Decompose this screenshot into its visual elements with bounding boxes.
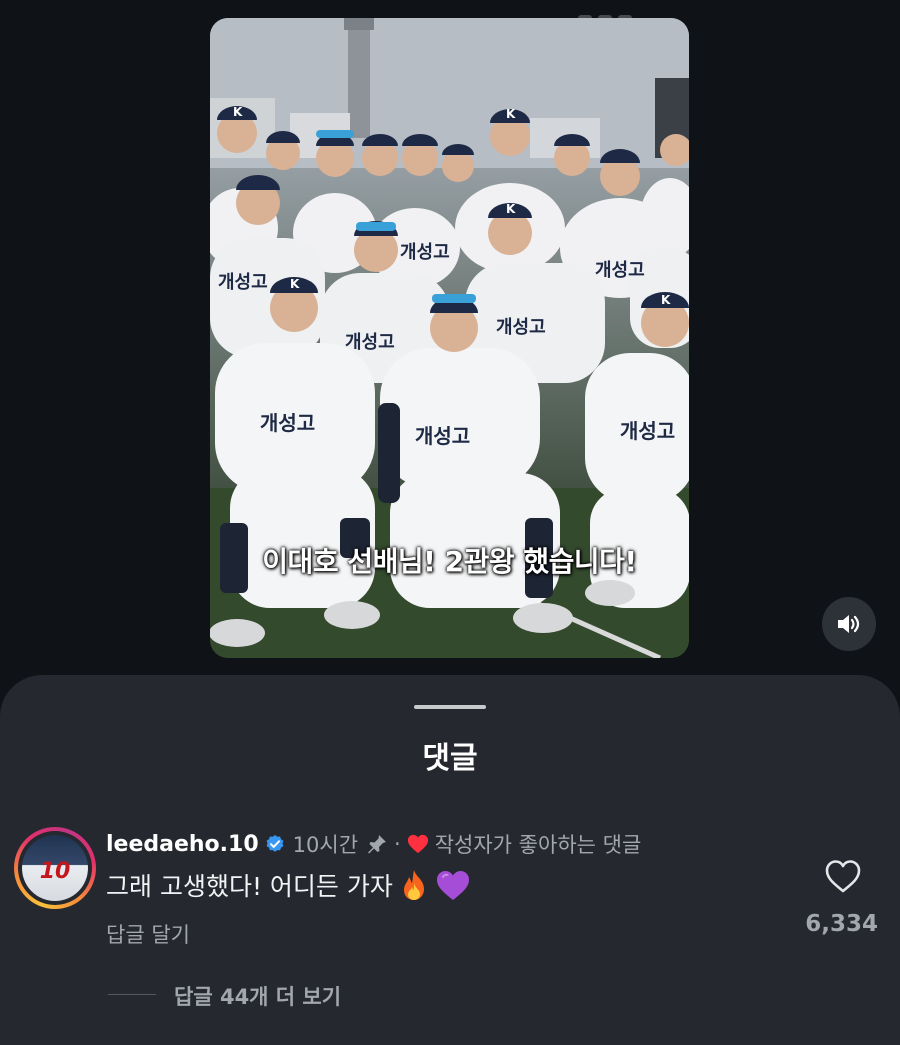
svg-text:K: K — [233, 105, 243, 119]
reply-button[interactable]: 답글 달기 — [106, 919, 190, 949]
svg-text:개성고: 개성고 — [218, 272, 268, 293]
comment-body: 그래 고생했다! 어디든 가자 — [106, 867, 471, 903]
replies-divider — [108, 994, 156, 995]
status-indicators — [578, 6, 668, 21]
avatar[interactable]: 10 — [14, 827, 96, 909]
svg-text:개성고: 개성고 — [496, 317, 546, 338]
svg-text:개성고: 개성고 — [345, 332, 395, 353]
fire-emoji-icon — [403, 870, 424, 900]
separator-dot: · — [394, 832, 401, 856]
comments-sheet: 댓글 10 leedaeho.10 10시간 · 작성자가 좋아하는 댓글 그래… — [0, 675, 900, 1045]
purple-heart-emoji-icon — [436, 871, 469, 900]
like-heart-icon[interactable] — [824, 858, 862, 894]
sheet-drag-handle[interactable] — [414, 705, 486, 709]
comment-header: leedaeho.10 10시간 · 작성자가 좋아하는 댓글 — [106, 829, 641, 859]
video-player[interactable]: 개성고 개성고 개성고 개성고 개성고 개성고 개성고 개성고 K K K K … — [210, 18, 689, 658]
svg-text:개성고: 개성고 — [415, 424, 470, 448]
like-count: 6,334 — [805, 911, 878, 937]
pin-icon — [368, 835, 387, 854]
svg-text:개성고: 개성고 — [260, 411, 315, 435]
liked-by-creator-label: 작성자가 좋아하는 댓글 — [434, 833, 642, 857]
speaker-icon — [838, 615, 860, 633]
sound-toggle-button[interactable] — [822, 597, 876, 651]
verified-badge-icon — [266, 835, 284, 852]
svg-text:K: K — [506, 107, 516, 121]
svg-text:개성고: 개성고 — [620, 419, 675, 443]
comment-text: 그래 고생했다! 어디든 가자 — [106, 872, 393, 901]
svg-text:개성고: 개성고 — [400, 242, 450, 263]
svg-text:K: K — [661, 293, 671, 307]
view-more-replies-button[interactable]: 답글 44개 더 보기 — [174, 981, 341, 1011]
svg-text:K: K — [290, 277, 300, 291]
svg-text:K: K — [506, 202, 516, 216]
avatar-jersey-number: 10 — [39, 859, 71, 884]
comment-time: 10시간 — [292, 833, 359, 857]
sheet-title: 댓글 — [422, 741, 478, 776]
comment-username[interactable]: leedaeho.10 — [106, 832, 259, 857]
heart-filled-icon — [407, 834, 428, 854]
svg-text:개성고: 개성고 — [595, 260, 645, 281]
video-caption: 이대호 선배님! 2관왕 했습니다! — [262, 545, 637, 578]
